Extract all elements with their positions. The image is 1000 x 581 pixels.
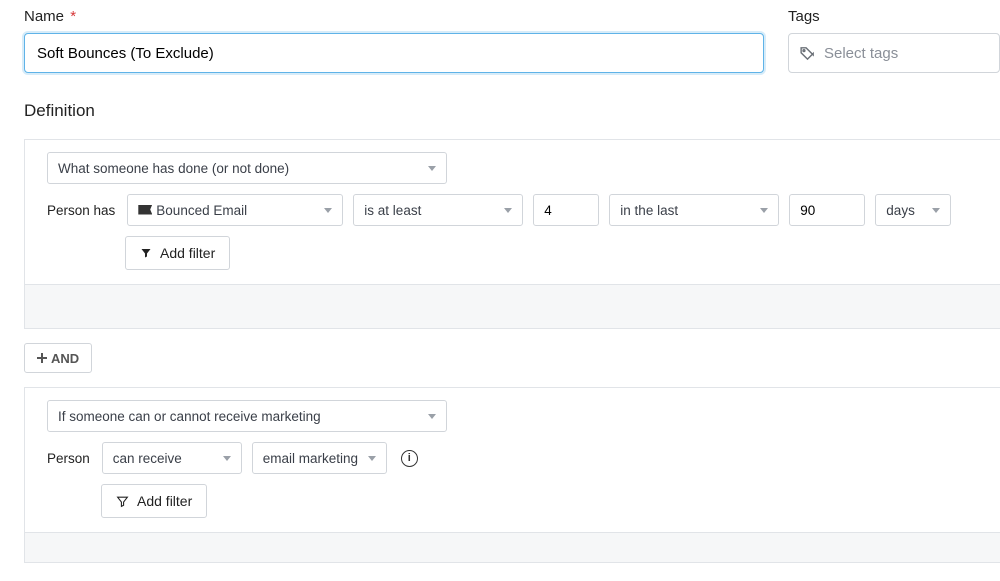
flag-icon — [138, 205, 152, 215]
required-mark: * — [70, 8, 76, 25]
condition-type-select[interactable]: What someone has done (or not done) — [47, 152, 447, 184]
tags-select[interactable]: Select tags — [788, 33, 1000, 73]
metric-select[interactable]: Bounced Email — [127, 194, 343, 226]
person-has-label: Person has — [47, 203, 115, 218]
info-icon[interactable]: i — [401, 450, 418, 467]
condition-block-2: If someone can or cannot receive marketi… — [24, 387, 1000, 533]
name-input[interactable] — [24, 33, 764, 73]
chevron-down-icon — [324, 208, 332, 213]
gap-band-2 — [24, 533, 1000, 563]
chevron-down-icon — [368, 456, 376, 461]
add-filter-button-2[interactable]: Add filter — [101, 484, 207, 518]
timeframe-prefix-select[interactable]: in the last — [609, 194, 779, 226]
can-select[interactable]: can receive — [102, 442, 242, 474]
chevron-down-icon — [504, 208, 512, 213]
plus-icon — [37, 353, 47, 363]
tag-icon — [799, 45, 816, 62]
condition-type-select-2[interactable]: If someone can or cannot receive marketi… — [47, 400, 447, 432]
definition-heading: Definition — [24, 101, 1000, 121]
timeframe-value-input[interactable] — [789, 194, 865, 226]
chevron-down-icon — [932, 208, 940, 213]
chevron-down-icon — [428, 166, 436, 171]
name-label: Name * — [24, 8, 764, 25]
chevron-down-icon — [428, 414, 436, 419]
condition-block-1: What someone has done (or not done) Pers… — [24, 139, 1000, 285]
add-filter-button[interactable]: Add filter — [125, 236, 230, 270]
funnel-icon — [140, 247, 152, 259]
timeframe-unit-select[interactable]: days — [875, 194, 951, 226]
channel-select[interactable]: email marketing — [252, 442, 387, 474]
chevron-down-icon — [223, 456, 231, 461]
count-input[interactable] — [533, 194, 599, 226]
person-label: Person — [47, 451, 90, 466]
comparator-select[interactable]: is at least — [353, 194, 523, 226]
and-button[interactable]: AND — [24, 343, 92, 373]
chevron-down-icon — [760, 208, 768, 213]
tags-placeholder: Select tags — [824, 45, 898, 62]
gap-band — [24, 285, 1000, 329]
funnel-icon — [116, 495, 129, 508]
tags-label: Tags — [788, 8, 1000, 25]
